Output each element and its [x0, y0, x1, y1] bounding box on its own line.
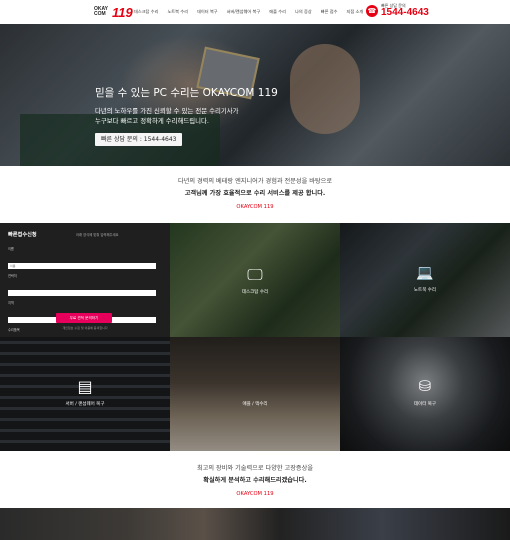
main-nav: 데스크탑 수리 노트북 수리 데이터 복구 서버/랜섬웨어 복구 애플 수리 나…	[134, 7, 372, 17]
intro-line2: 고객님께 가장 효율적으로 수리 서비스를 제공 합니다.	[184, 190, 326, 197]
privacy-note: 개인정보 수집 및 이용에 동의합니다	[62, 326, 108, 330]
tile-label-data: 데이터 복구	[413, 402, 437, 407]
outro-brand: OKAYCOM 119	[236, 491, 274, 497]
hand-image	[290, 44, 360, 134]
logo-number: 119	[112, 4, 133, 20]
nav-item-server[interactable]: 서버/랜섬웨어 복구	[227, 7, 261, 17]
logo[interactable]: OKAY COM 119	[94, 4, 133, 20]
tile-apple-repair[interactable]: 애플 / 맥수리	[170, 337, 340, 451]
tile-label-notebook: 노트북 수리	[413, 288, 437, 293]
laptop-icon: 💻	[416, 265, 434, 281]
nav-item-notebook[interactable]: 노트북 수리	[167, 7, 188, 17]
tile-label-apple: 애플 / 맥수리	[242, 402, 268, 407]
service-grid: 빠른접수신청 아래 양식에 맞춰 입력해주세요 이름 연락처 지역 수리품목 증…	[0, 223, 510, 451]
nav-item-symptoms[interactable]: 나의 증상	[295, 7, 312, 17]
nav-item-apple[interactable]: 애플 수리	[269, 7, 286, 17]
quick-request-form: 빠른접수신청 아래 양식에 맞춰 입력해주세요 이름 연락처 지역 수리품목 증…	[0, 223, 170, 377]
site-header: OKAY COM 119 데스크탑 수리 노트북 수리 데이터 복구 서버/랜섬…	[0, 0, 510, 24]
outro-section: 최고의 장비와 기술력으로 다양한 고장증상을 확실하게 분석하고 수리해드리겠…	[0, 463, 510, 501]
hero-subtitle: 다년의 노하우를 가진 신뢰할 수 있는 전문 수리기사가 누구보다 빠르고 정…	[95, 106, 278, 126]
form-label-phone: 연락처	[8, 274, 17, 278]
server-icon: ▤	[77, 377, 93, 396]
hero-subtitle-line1: 다년의 노하우를 가진 신뢰할 수 있는 전문 수리기사가	[95, 107, 239, 115]
phone-input[interactable]	[8, 290, 156, 296]
nav-item-branch[interactable]: 지점 소개	[347, 7, 364, 17]
tile-notebook-repair[interactable]: 💻 노트북 수리	[340, 223, 510, 337]
hero-call-button[interactable]: 빠른 상담 문의 : 1544-4643	[95, 133, 183, 146]
nav-item-quick[interactable]: 빠른 접수	[321, 7, 338, 17]
name-input[interactable]	[8, 263, 156, 269]
tile-label-server: 서버 / 랜섬웨어 복구	[65, 402, 105, 407]
intro-line1: 다년의 경력의 베테랑 엔지니어가 경험과 전문성을 바탕으로	[177, 178, 333, 185]
monitor-icon: 🖵	[247, 265, 263, 284]
workshop-banner-image	[0, 508, 510, 540]
phone-icon: ☎	[366, 4, 378, 17]
intro-brand: OKAYCOM 119	[236, 204, 274, 210]
outro-line2: 확실하게 분석하고 수리해드리겠습니다.	[203, 477, 307, 484]
phone-number: 1544-4643	[381, 7, 429, 18]
outro-line1: 최고의 장비와 기술력으로 다양한 고장증상을	[196, 465, 314, 472]
hero-title: 믿을 수 있는 PC 수리는 OKAYCOM 119	[95, 87, 278, 99]
intro-section: 다년의 경력의 베테랑 엔지니어가 경험과 전문성을 바탕으로 고객님께 가장 …	[0, 176, 510, 214]
hero-subtitle-line2: 누구보다 빠르고 정확하게 수리해드립니다.	[95, 117, 209, 125]
tile-server-recovery[interactable]: ▤ 서버 / 랜섬웨어 복구	[0, 337, 170, 451]
form-label-name: 이름	[8, 247, 14, 251]
tile-data-recovery[interactable]: ⛁ 데이터 복구	[340, 337, 510, 451]
logo-text: OKAY COM	[94, 6, 108, 17]
form-hint: 아래 양식에 맞춰 입력해주세요	[76, 233, 119, 237]
hero-banner: 믿을 수 있는 PC 수리는 OKAYCOM 119 다년의 노하우를 가진 신…	[0, 24, 510, 166]
nav-item-data-recovery[interactable]: 데이터 복구	[197, 7, 218, 17]
tile-label-desktop: 데스크탑 수리	[241, 290, 269, 295]
hard-drive-icon: ⛁	[418, 377, 432, 395]
submit-button[interactable]: 무료 견적 문의하기	[56, 313, 112, 323]
tile-desktop-repair[interactable]: 🖵 데스크탑 수리	[170, 223, 340, 337]
phone-contact[interactable]: ☎ 빠른 상담 문의 1544-4643	[366, 3, 429, 18]
nav-item-desktop[interactable]: 데스크탑 수리	[134, 7, 158, 17]
form-label-region: 지역	[8, 301, 14, 305]
